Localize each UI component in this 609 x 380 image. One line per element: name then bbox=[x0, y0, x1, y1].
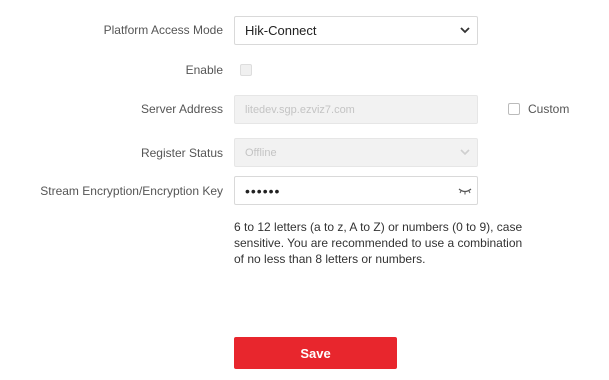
enable-checkbox[interactable] bbox=[240, 64, 252, 76]
save-button[interactable]: Save bbox=[234, 337, 397, 369]
register-status-select[interactable]: Offline bbox=[234, 138, 478, 167]
platform-access-mode-value: Hik-Connect bbox=[245, 23, 317, 38]
custom-checkbox[interactable] bbox=[508, 103, 520, 115]
custom-option[interactable]: Custom bbox=[508, 102, 569, 116]
eye-closed-icon[interactable] bbox=[453, 187, 477, 195]
platform-access-mode-select[interactable]: Hik-Connect bbox=[234, 16, 478, 45]
encryption-key-input[interactable]: •••••• bbox=[234, 176, 478, 205]
server-address-value: litedev.sgp.ezviz7.com bbox=[245, 103, 355, 116]
register-status-value: Offline bbox=[245, 146, 277, 159]
platform-access-mode-label: Platform Access Mode bbox=[103, 23, 223, 37]
server-address-input[interactable]: litedev.sgp.ezviz7.com bbox=[234, 95, 478, 124]
enable-label: Enable bbox=[185, 63, 223, 77]
stream-encryption-label: Stream Encryption/Encryption Key bbox=[40, 184, 223, 198]
encryption-key-value: •••••• bbox=[245, 182, 281, 199]
custom-label: Custom bbox=[528, 102, 570, 116]
server-address-label: Server Address bbox=[140, 102, 223, 116]
chevron-down-icon bbox=[453, 149, 477, 156]
register-status-label: Register Status bbox=[140, 146, 223, 160]
platform-access-form: Platform Access Mode Hik-Connect Enable … bbox=[0, 0, 609, 380]
chevron-down-icon bbox=[453, 27, 477, 34]
encryption-key-hint: 6 to 12 letters (a to z, A to Z) or numb… bbox=[234, 220, 523, 266]
